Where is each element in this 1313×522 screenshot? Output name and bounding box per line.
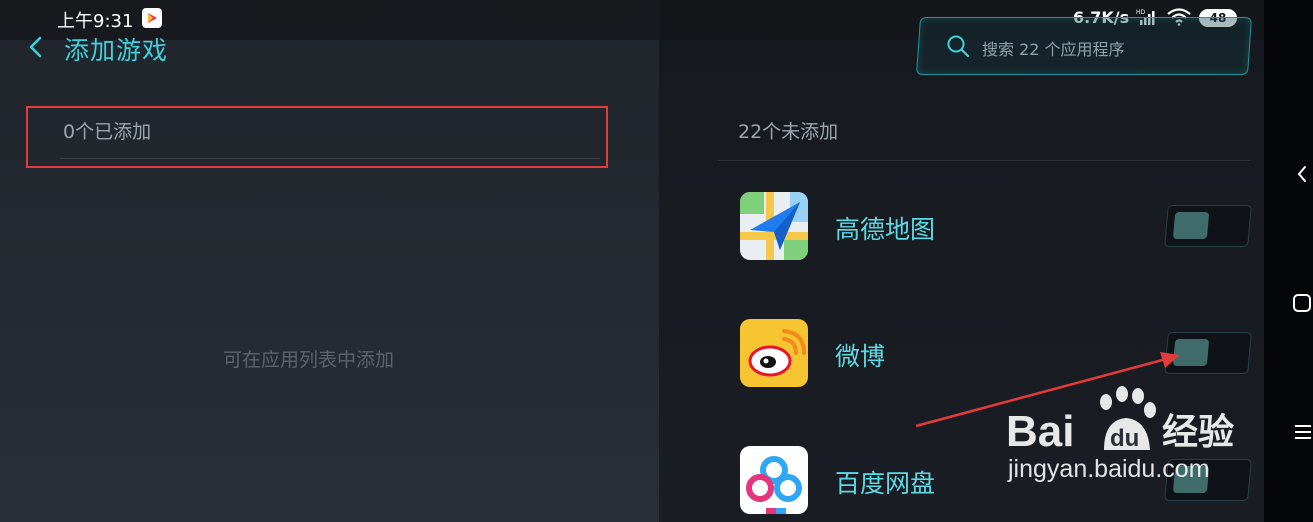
svg-text:经验: 经验 <box>1162 412 1234 453</box>
watermark-url: jingyan.baidu.com <box>1008 455 1210 483</box>
svg-text:du: du <box>1110 425 1139 452</box>
svg-text:Bai: Bai <box>1006 407 1074 456</box>
